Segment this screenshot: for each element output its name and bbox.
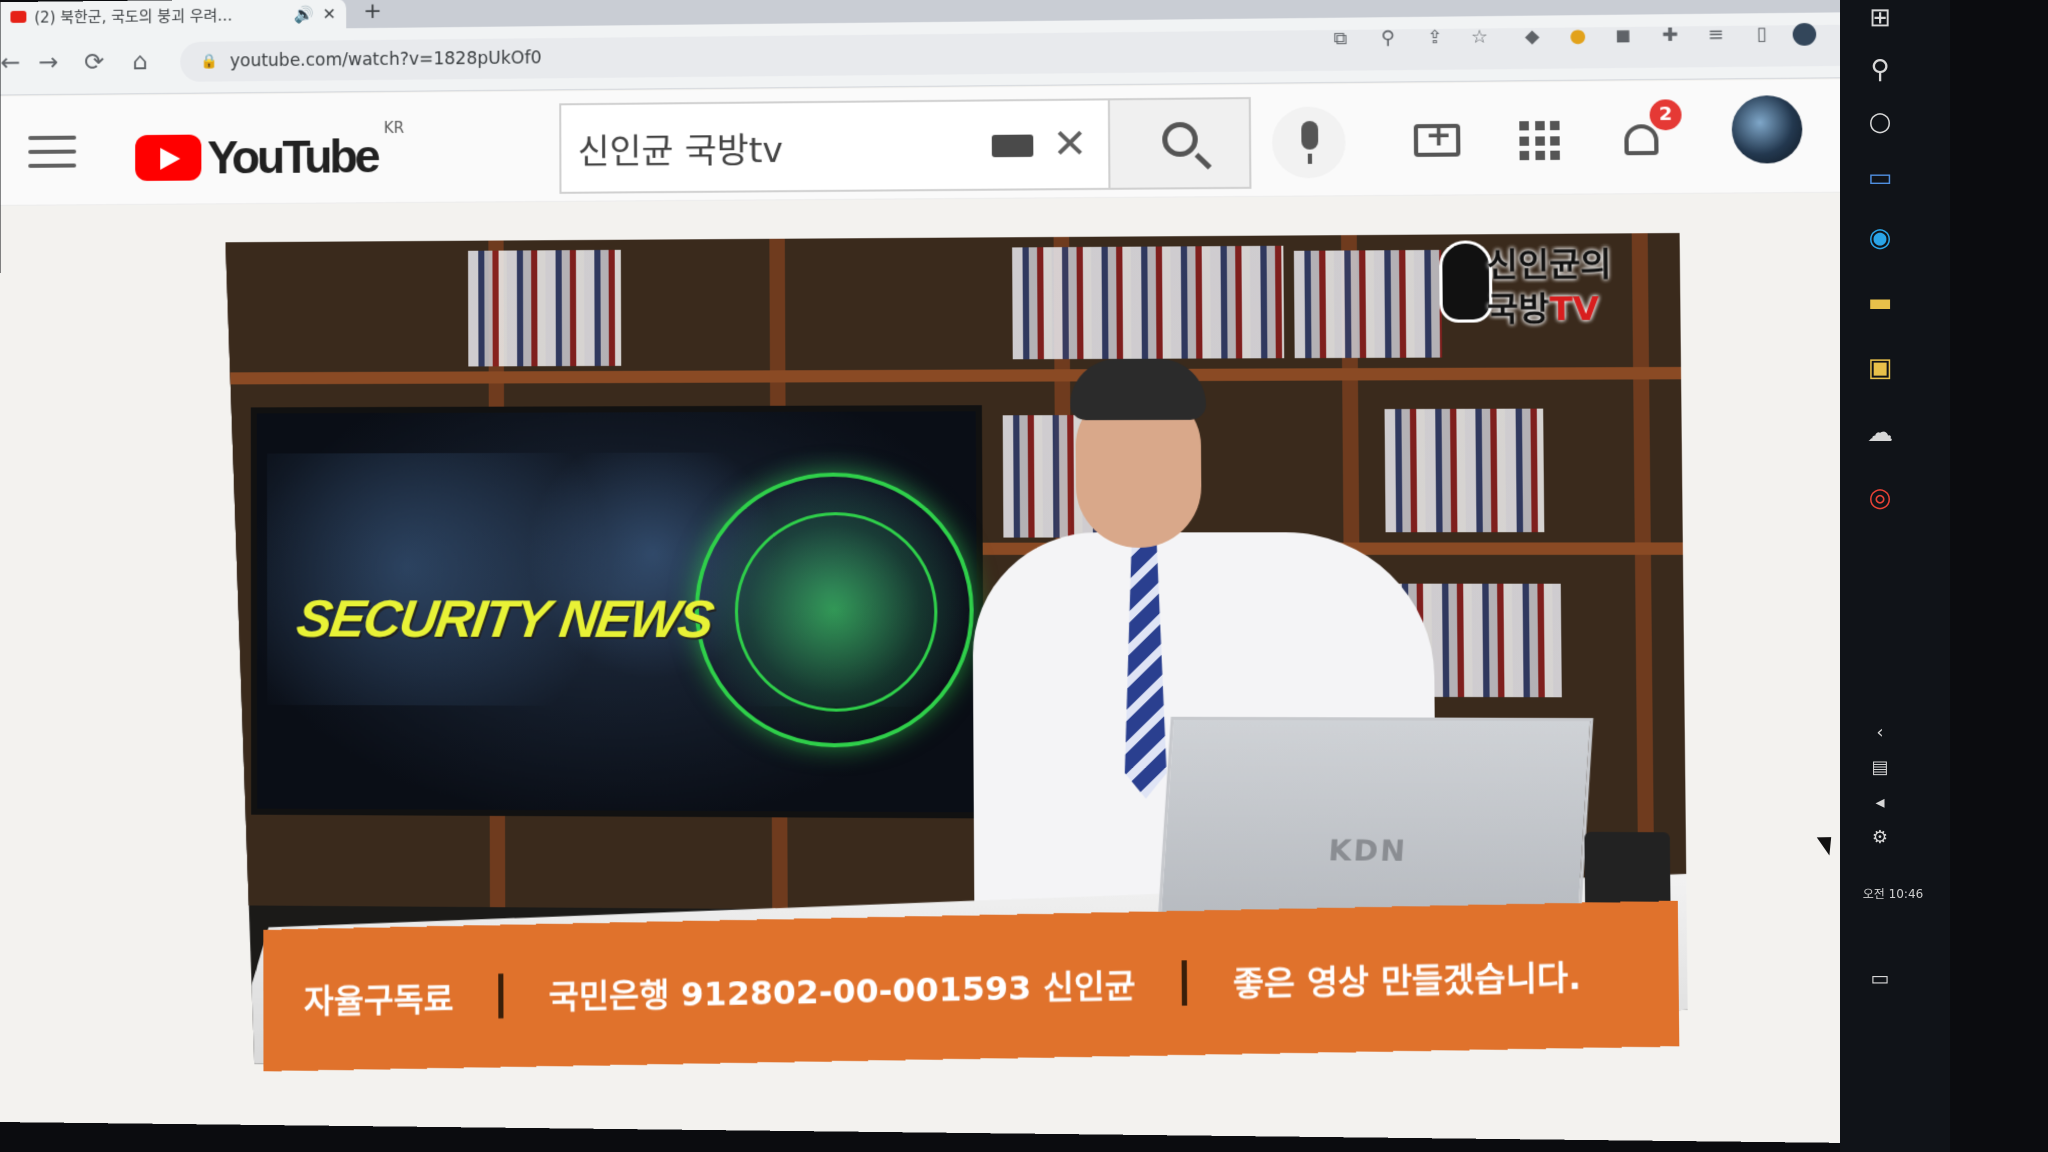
ticker-item-bank-account: 국민은행 912802-00-001593 신인균 [548,966,1136,1017]
security-news-title: SECURITY NEWS [293,590,716,650]
browser-window: (2) 북한군, 국도의 붕괴 우려… 🔊 ✕ + ← → ⟳ ⌂ 🔒 yout… [0,0,1905,1144]
extension-dark-icon[interactable]: ◼ [1612,25,1636,48]
reload-icon[interactable]: ⟳ [84,47,104,77]
ticker-item-message: 좋은 영상 만들겠습니다. [1232,957,1582,1004]
create-video-icon[interactable] [1413,123,1461,157]
channel-microphone-icon [1439,240,1493,322]
youtube-play-icon [135,134,202,181]
search-box: ✕ [559,98,1111,194]
new-tab-button[interactable]: + [363,0,382,26]
address-bar[interactable]: 🔒 youtube.com/watch?v=1828pUkOf0 [180,24,1860,82]
url-text: youtube.com/watch?v=1828pUkOf0 [229,48,542,72]
notification-count-badge: 2 [1649,99,1682,131]
donation-ticker-bar: 자율구독료 국민은행 912802-00-001593 신인균 좋은 영상 만들… [263,900,1680,1072]
taskbar-clock[interactable]: 오전 10:46 [1848,885,1938,902]
puzzle-extensions-icon[interactable]: ✚ [1658,24,1682,47]
search-input[interactable] [575,123,967,170]
messenger-icon[interactable]: ☁ [1862,415,1898,451]
windows-start-icon[interactable]: ⊞ [1862,0,1898,36]
task-view-icon[interactable]: ○ [1862,104,1898,140]
taskbar-search-icon[interactable]: ⚲ [1862,52,1898,88]
radar-graphic [694,472,974,747]
channel-badge-tv: TV [1549,289,1600,329]
forward-arrow-icon[interactable]: → [38,47,58,77]
microphone-icon [1301,120,1319,150]
volume-icon[interactable]: ◂ [1862,785,1898,821]
laptop-brand-logo: KDN [1327,833,1409,869]
lock-icon: 🔒 [200,53,218,70]
windows-taskbar: ⊞ ⚲ ○ ▭ ◉ ▬ ▣ ☁ ◎ ‹ ▤ ◂ ⚙ 오전 10:46 ▭ [1840,0,1950,1152]
youtube-logo[interactable]: YouTube KR [135,119,404,185]
account-avatar[interactable] [1731,95,1803,164]
region-code: KR [383,118,405,138]
home-icon[interactable]: ⌂ [132,46,147,76]
share-icon[interactable]: ⇪ [1423,27,1446,50]
youtube-header: YouTube KR ✕ 2 [0,78,1894,206]
search-icon [1162,121,1198,157]
file-explorer-icon[interactable]: ▬ [1862,285,1898,321]
desktop-app-icon[interactable]: ▭ [1862,160,1898,196]
profile-icon[interactable] [1792,22,1817,46]
extension-color-icon[interactable]: ◆ [1521,26,1544,49]
keyboard-icon[interactable] [991,134,1034,158]
clear-search-icon[interactable]: ✕ [1052,119,1087,170]
cast-icon[interactable]: ⧉ [1329,28,1352,51]
channel-logo-badge: 신인균의 국방TV [1428,233,1641,337]
browser-tab-youtube[interactable]: (2) 북한군, 국도의 붕괴 우려… 🔊 ✕ [0,0,347,32]
voice-search-button[interactable] [1271,106,1346,179]
search-button[interactable] [1109,97,1252,190]
speaker-icon[interactable]: 🔊 [294,4,314,23]
apps-grid-icon[interactable] [1519,120,1562,162]
back-arrow-icon[interactable]: ← [0,48,20,78]
monitor-frame: (2) 북한군, 국도의 붕괴 우려… 🔊 ✕ + ← → ⟳ ⌂ 🔒 yout… [0,0,2048,1152]
channel-badge-line2: 국방TV [1486,289,1600,329]
chrome-browser-icon[interactable]: ◎ [1862,480,1898,516]
side-panel-icon[interactable]: ▯ [1750,23,1774,46]
settings-tray-icon[interactable]: ⚙ [1862,820,1898,856]
close-icon[interactable]: ✕ [323,4,337,23]
channel-badge-line1: 신인균의 [1486,244,1612,285]
tray-chevron-icon[interactable]: ‹ [1862,715,1898,751]
ticker-item-subscription: 자율구독료 [303,979,454,1022]
hamburger-menu-icon[interactable] [28,135,77,172]
extension-orange-icon[interactable]: ● [1566,25,1590,48]
zoom-icon[interactable]: ⚲ [1376,27,1399,50]
network-icon[interactable]: ▤ [1862,750,1898,786]
bookmark-star-icon[interactable]: ☆ [1468,26,1491,49]
studio-display-screen: SECURITY NEWS [251,405,984,818]
tab-title: (2) 북한군, 국도의 붕괴 우려… [34,6,233,27]
notification-center-icon[interactable]: ▭ [1862,960,1898,996]
reading-list-icon[interactable]: ≡ [1704,24,1728,47]
store-icon[interactable]: ▣ [1862,350,1898,386]
edge-browser-icon[interactable]: ◉ [1862,220,1898,256]
youtube-favicon-icon [10,10,27,23]
youtube-wordmark: YouTube [207,130,378,184]
